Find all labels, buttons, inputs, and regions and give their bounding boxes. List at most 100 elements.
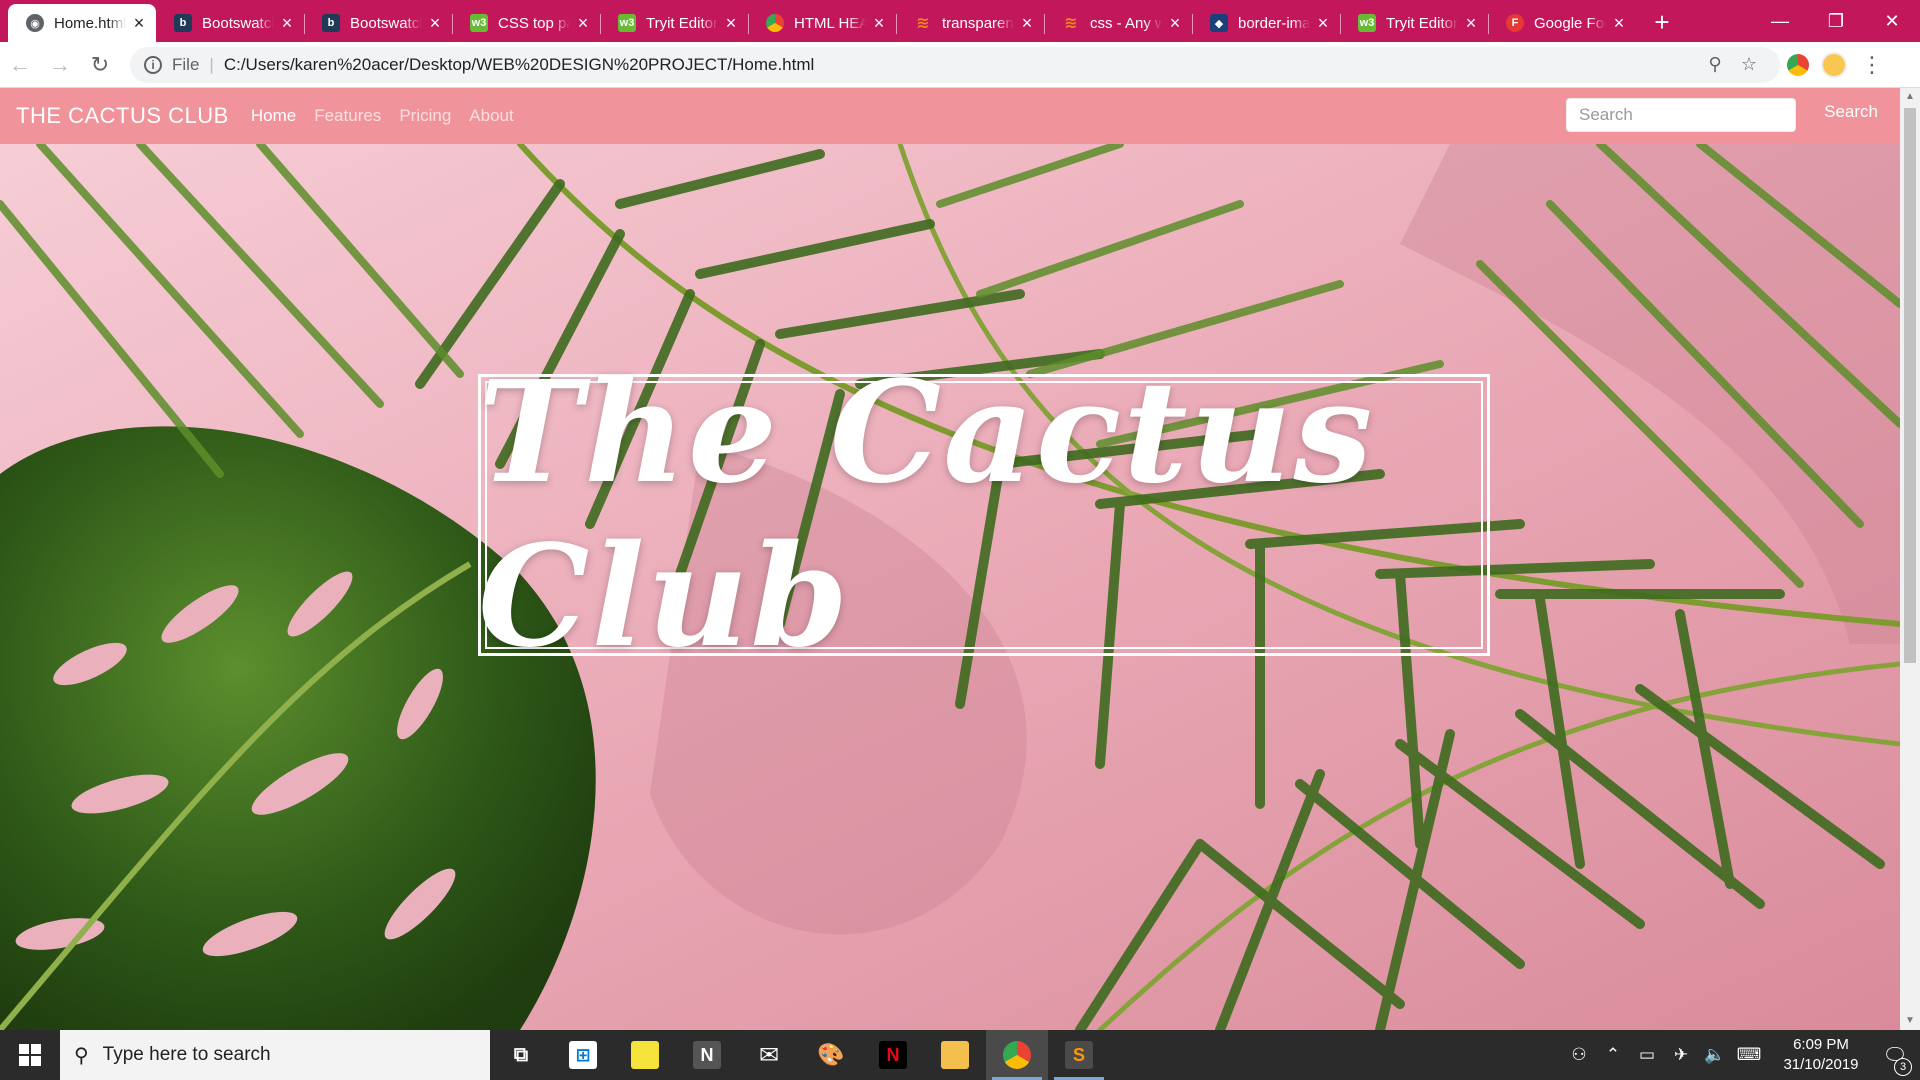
close-tab-icon[interactable]: × <box>1166 14 1184 32</box>
site-search-input[interactable]: Search <box>1566 98 1796 132</box>
battery-icon[interactable]: ▭ <box>1630 1045 1664 1065</box>
netflix-icon: N <box>879 1041 907 1069</box>
task-view-button[interactable]: ⧉ <box>490 1030 552 1080</box>
omnibox[interactable]: i File | C:/Users/karen%20acer/Desktop/W… <box>130 46 1780 83</box>
stackoverflow-icon: ≋ <box>1064 15 1078 32</box>
people-icon[interactable]: ⚇ <box>1562 1045 1596 1065</box>
info-icon[interactable]: i <box>144 55 162 74</box>
windows-taskbar: ⚲ Type here to search ⧉ ⊞ N ✉ 🎨 N S ⚇ ⌃ … <box>0 1030 1920 1080</box>
address-bar: ← → ↻ i File | C:/Users/karen%20acer/Des… <box>0 42 1920 88</box>
tab-transparent[interactable]: ≋ transparent × <box>896 4 1044 42</box>
clock[interactable]: 6:09 PM 31/10/2019 <box>1772 1035 1870 1075</box>
minimize-icon[interactable]: — <box>1752 0 1808 42</box>
start-button[interactable] <box>0 1030 60 1080</box>
tab-html-head[interactable]: HTML HEAD × <box>748 4 896 42</box>
nav-link-home[interactable]: Home <box>251 106 296 126</box>
chrome-icon <box>766 14 784 32</box>
tab-title: Home.html <box>54 14 126 32</box>
scroll-down-icon[interactable]: ▼ <box>1900 1012 1920 1030</box>
show-hidden-icons[interactable]: ⌃ <box>1596 1045 1630 1065</box>
taskbar-file-explorer[interactable] <box>924 1030 986 1080</box>
close-tab-icon[interactable]: × <box>722 14 740 32</box>
tab-google-fonts[interactable]: F Google Fonts × <box>1488 4 1636 42</box>
tab-title: transparent <box>942 14 1014 32</box>
windows-logo-icon <box>19 1044 41 1066</box>
tab-bootswatch-1[interactable]: b Bootswatch × <box>156 4 304 42</box>
forward-icon[interactable]: → <box>40 52 80 78</box>
close-tab-icon[interactable]: × <box>1610 14 1628 32</box>
close-window-icon[interactable]: ✕ <box>1864 0 1920 42</box>
nav-link-about[interactable]: About <box>469 106 513 126</box>
close-tab-icon[interactable]: × <box>130 14 148 32</box>
chrome-icon <box>1003 1041 1031 1069</box>
site-brand[interactable]: THE CACTUS CLUB <box>16 103 229 129</box>
hero-section: The Cactus Club <box>0 144 1900 1030</box>
tab-title: Tryit Editor <box>646 14 718 32</box>
sublime-text-icon: S <box>1065 1041 1093 1069</box>
taskbar-paint[interactable]: 🎨 <box>800 1030 862 1080</box>
close-tab-icon[interactable]: × <box>870 14 888 32</box>
volume-icon[interactable]: 🔈 <box>1698 1045 1732 1065</box>
scroll-up-icon[interactable]: ▲ <box>1900 88 1920 106</box>
page-scrollbar[interactable]: ▲ ▼ <box>1900 88 1920 1030</box>
nav-link-pricing[interactable]: Pricing <box>399 106 451 126</box>
extension-icon[interactable] <box>1780 53 1816 76</box>
close-tab-icon[interactable]: × <box>1018 14 1036 32</box>
tab-css-top[interactable]: w3 CSS top padding × <box>452 4 600 42</box>
tab-title: css - Any way <box>1090 14 1162 32</box>
airplane-mode-icon[interactable]: ✈ <box>1664 1045 1698 1065</box>
reload-icon[interactable]: ↻ <box>80 52 120 78</box>
bootswatch-icon: b <box>322 14 340 32</box>
restore-icon[interactable]: ❐ <box>1808 0 1864 42</box>
close-tab-icon[interactable]: × <box>1462 14 1480 32</box>
tab-title: Bootswatch <box>202 14 274 32</box>
taskbar-notion[interactable]: N <box>676 1030 738 1080</box>
nav-link-features[interactable]: Features <box>314 106 381 126</box>
tab-css-any[interactable]: ≋ css - Any way × <box>1044 4 1192 42</box>
notification-count: 3 <box>1894 1057 1912 1076</box>
tab-strip: ◉ Home.html × b Bootswatch × b Bootswatc… <box>0 0 1920 42</box>
tab-home[interactable]: ◉ Home.html × <box>8 4 156 42</box>
close-tab-icon[interactable]: × <box>1314 14 1332 32</box>
taskbar-search[interactable]: ⚲ Type here to search <box>60 1030 490 1080</box>
w3schools-icon: w3 <box>1358 14 1376 32</box>
taskbar-sublime[interactable]: S <box>1048 1030 1110 1080</box>
close-tab-icon[interactable]: × <box>574 14 592 32</box>
tab-tryit-1[interactable]: w3 Tryit Editor × <box>600 4 748 42</box>
system-tray: ⚇ ⌃ ▭ ✈ 🔈 ⌨ 6:09 PM 31/10/2019 🗨 3 <box>1562 1030 1920 1080</box>
github-icon: ◆ <box>1210 14 1228 32</box>
close-tab-icon[interactable]: × <box>278 14 296 32</box>
url-text[interactable]: C:/Users/karen%20acer/Desktop/WEB%20DESI… <box>224 55 1698 75</box>
paint-icon: 🎨 <box>817 1042 845 1067</box>
action-center-icon[interactable]: 🗨 3 <box>1870 1043 1920 1076</box>
zoom-icon[interactable]: ⚲ <box>1698 54 1732 75</box>
scrollbar-thumb[interactable] <box>1904 108 1916 663</box>
taskbar-sticky-notes[interactable] <box>614 1030 676 1080</box>
page-viewport: THE CACTUS CLUB Home Features Pricing Ab… <box>0 88 1900 1030</box>
tab-bootswatch-2[interactable]: b Bootswatch × <box>304 4 452 42</box>
taskbar-store[interactable]: ⊞ <box>552 1030 614 1080</box>
close-tab-icon[interactable]: × <box>426 14 444 32</box>
clock-date: 31/10/2019 <box>1783 1056 1859 1073</box>
taskbar-chrome[interactable] <box>986 1030 1048 1080</box>
site-search-button[interactable]: Search <box>1824 102 1878 122</box>
url-scheme: File <box>172 54 200 74</box>
new-tab-button[interactable]: + <box>1642 4 1682 42</box>
menu-kebab-icon[interactable]: ⋮ <box>1852 52 1892 78</box>
profile-avatar[interactable] <box>1816 51 1852 78</box>
hero-title: The Cactus Club <box>478 351 1375 679</box>
back-icon[interactable]: ← <box>0 52 40 78</box>
taskbar-netflix[interactable]: N <box>862 1030 924 1080</box>
notion-icon: N <box>693 1041 721 1069</box>
clock-time: 6:09 PM <box>1793 1036 1849 1053</box>
tab-border-image[interactable]: ◆ border-image × <box>1192 4 1340 42</box>
tab-title: HTML HEAD <box>794 14 866 32</box>
task-view-icon: ⧉ <box>513 1043 529 1066</box>
keyboard-icon[interactable]: ⌨ <box>1732 1045 1766 1065</box>
taskbar-search-placeholder: Type here to search <box>102 1044 271 1065</box>
tab-tryit-2[interactable]: w3 Tryit Editor × <box>1340 4 1488 42</box>
taskbar-mail[interactable]: ✉ <box>738 1030 800 1080</box>
mail-icon: ✉ <box>758 1041 780 1069</box>
window-controls: — ❐ ✕ <box>1752 0 1920 42</box>
bookmark-star-icon[interactable]: ☆ <box>1732 54 1766 75</box>
